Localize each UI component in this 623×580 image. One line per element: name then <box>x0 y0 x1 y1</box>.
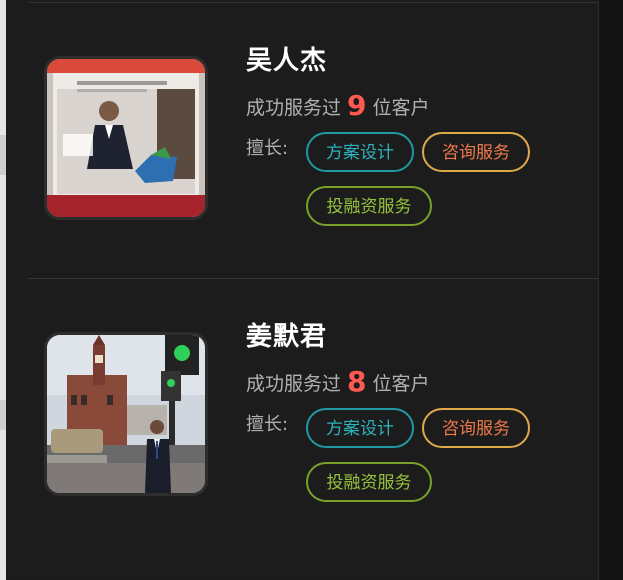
served-prefix: 成功服务过 <box>246 97 342 119</box>
consultant-list-screen: 吴人杰 成功服务过 9 位客户 擅长: 方案设计 咨询服务 投融资服务 姜默君 … <box>0 0 623 580</box>
consultant-name: 姜默君 <box>246 322 328 352</box>
consultant-avatar[interactable] <box>44 56 208 220</box>
consultant-card[interactable]: 姜默君 成功服务过 8 位客户 擅长: 方案设计 咨询服务 投融资服务 <box>6 276 599 546</box>
consultant-panel: 吴人杰 成功服务过 9 位客户 擅长: 方案设计 咨询服务 投融资服务 姜默君 … <box>6 0 605 578</box>
served-prefix: 成功服务过 <box>246 373 342 395</box>
consultant-card[interactable]: 吴人杰 成功服务过 9 位客户 擅长: 方案设计 咨询服务 投融资服务 <box>6 0 599 270</box>
served-count: 9 <box>347 89 367 122</box>
right-scroll-gutter <box>598 0 623 580</box>
skills-label: 擅长: <box>246 414 289 435</box>
consultant-name: 吴人杰 <box>246 46 328 76</box>
avatar-photo-2 <box>47 335 205 493</box>
tag-solution-design[interactable]: 方案设计 <box>306 132 414 172</box>
served-clients-text: 成功服务过 9 位客户 <box>246 88 430 122</box>
tag-consulting-service[interactable]: 咨询服务 <box>422 408 530 448</box>
tag-consulting-service[interactable]: 咨询服务 <box>422 132 530 172</box>
served-clients-text: 成功服务过 8 位客户 <box>246 364 430 398</box>
tag-investment-financing[interactable]: 投融资服务 <box>306 186 432 226</box>
consultant-avatar[interactable] <box>44 332 208 496</box>
served-suffix: 位客户 <box>372 97 430 119</box>
served-suffix: 位客户 <box>372 373 430 395</box>
tag-investment-financing[interactable]: 投融资服务 <box>306 462 432 502</box>
skills-label: 擅长: <box>246 138 289 159</box>
tag-solution-design[interactable]: 方案设计 <box>306 408 414 448</box>
served-count: 8 <box>347 365 367 398</box>
avatar-photo-1 <box>47 59 205 217</box>
